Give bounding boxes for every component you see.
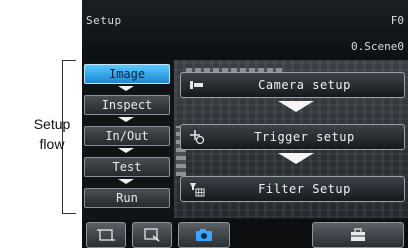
trigger-setup-button[interactable]: Trigger setup: [180, 124, 405, 150]
flow-step-test[interactable]: Test: [84, 157, 170, 177]
setup-arrow: [278, 101, 314, 112]
setup-arrow: [278, 153, 314, 164]
setup-flow-annotation: Setup flow: [33, 116, 71, 152]
toolbox-button[interactable]: [312, 222, 404, 248]
device-screen: Setup F0 0.Scene0 Image Inspect In/Out T…: [82, 0, 408, 248]
zoom-button[interactable]: [132, 222, 172, 248]
flow-step-image[interactable]: Image: [84, 64, 170, 84]
bottom-toolbar: [82, 220, 408, 248]
camera-setup-button[interactable]: Camera setup: [180, 72, 405, 98]
filter-setup-icon: [189, 181, 205, 197]
camera-icon: [196, 229, 212, 241]
trigger-setup-label: Trigger setup: [254, 130, 355, 144]
flow-arrow: [118, 117, 134, 122]
camera-button[interactable]: [178, 222, 230, 248]
flow-arrow: [118, 148, 134, 153]
flow-step-run[interactable]: Run: [84, 188, 170, 208]
frame-icon: [97, 229, 115, 241]
screen-header: Setup F0 0.Scene0: [82, 0, 408, 60]
frame-button[interactable]: [86, 222, 126, 248]
flow-arrow: [118, 179, 134, 184]
filter-setup-button[interactable]: Filter Setup: [180, 176, 405, 202]
camera-setup-icon: [189, 77, 205, 93]
flow-arrow: [118, 86, 134, 91]
trigger-setup-icon: [189, 129, 205, 145]
toolbox-icon: [351, 228, 365, 241]
zoom-icon: [144, 228, 160, 242]
filter-setup-label: Filter Setup: [258, 182, 351, 196]
flow-step-in-out[interactable]: In/Out: [84, 126, 170, 146]
scene-label: 0.Scene0: [351, 40, 404, 53]
flow-step-inspect[interactable]: Inspect: [84, 95, 170, 115]
function-code: F0: [390, 14, 404, 27]
screen-title: Setup: [86, 14, 122, 27]
camera-setup-label: Camera setup: [258, 78, 351, 92]
